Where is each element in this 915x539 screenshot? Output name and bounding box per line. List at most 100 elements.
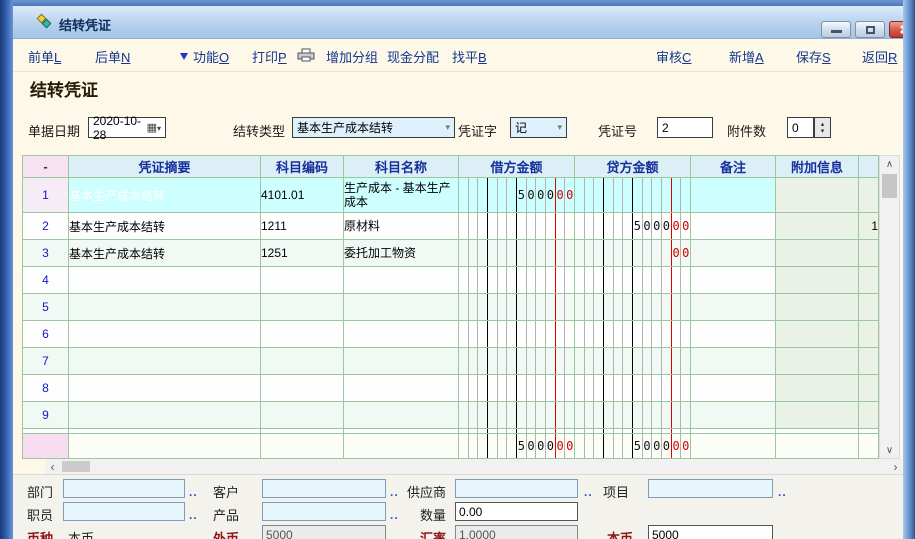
summary-cell[interactable]: 基本生产成本结转: [69, 240, 261, 267]
account-code-cell[interactable]: [261, 267, 344, 294]
credit-amount-cell[interactable]: [575, 294, 691, 321]
account-name-cell[interactable]: [344, 348, 459, 375]
debit-amount-cell[interactable]: 500000: [459, 178, 575, 213]
extra-info-cell[interactable]: [776, 434, 859, 459]
customer-lookup-button[interactable]: ..: [390, 485, 399, 499]
local-currency-input[interactable]: [648, 525, 773, 539]
partial-cell[interactable]: [859, 321, 879, 348]
foreign-currency-input[interactable]: [262, 525, 386, 539]
summary-cell[interactable]: 基本生产成本结转: [69, 178, 261, 213]
toolbar-next-button[interactable]: 后单N: [95, 47, 130, 66]
extra-info-cell[interactable]: [776, 375, 859, 402]
row-number-cell[interactable]: 3: [23, 240, 69, 267]
account-code-cell[interactable]: 1251: [261, 240, 344, 267]
column-header[interactable]: -: [23, 156, 69, 178]
row-number-cell[interactable]: 2: [23, 213, 69, 240]
note-cell[interactable]: [691, 321, 776, 348]
customer-field[interactable]: [262, 479, 386, 498]
toolbar-cash-allocation-button[interactable]: 现金分配: [387, 47, 439, 66]
account-name-cell[interactable]: [344, 375, 459, 402]
credit-amount-cell[interactable]: 500000: [575, 213, 691, 240]
extra-info-cell[interactable]: [776, 178, 859, 213]
row-number-cell[interactable]: 1: [23, 178, 69, 213]
vertical-scrollbar[interactable]: ∧ ∨: [879, 155, 900, 459]
quantity-input[interactable]: [455, 502, 578, 521]
summary-cell[interactable]: [69, 375, 261, 402]
credit-amount-cell[interactable]: [575, 321, 691, 348]
note-cell[interactable]: [691, 213, 776, 240]
row-number-cell[interactable]: 8: [23, 375, 69, 402]
account-name-cell[interactable]: 委托加工物资: [344, 240, 459, 267]
product-field[interactable]: [262, 502, 386, 521]
extra-info-cell[interactable]: [776, 402, 859, 429]
summary-cell[interactable]: [69, 294, 261, 321]
credit-amount-cell[interactable]: [575, 267, 691, 294]
column-header[interactable]: 备注: [691, 156, 776, 178]
note-cell[interactable]: [691, 178, 776, 213]
debit-amount-cell[interactable]: [459, 348, 575, 375]
credit-amount-cell[interactable]: [575, 375, 691, 402]
credit-amount-cell[interactable]: 500000: [575, 434, 691, 459]
extra-info-cell[interactable]: [776, 294, 859, 321]
extra-info-cell[interactable]: [776, 321, 859, 348]
partial-cell[interactable]: 1: [859, 213, 879, 240]
supplier-lookup-button[interactable]: ..: [584, 485, 593, 499]
toolbar-balance-button[interactable]: 找平B: [452, 47, 487, 66]
minimize-button[interactable]: [821, 21, 851, 38]
account-name-cell[interactable]: 生产成本 - 基本生产成本: [344, 178, 459, 213]
attachments-input[interactable]: [787, 117, 814, 138]
row-number-cell[interactable]: [23, 434, 69, 459]
voucher-number-input[interactable]: [657, 117, 713, 138]
column-header[interactable]: 借方金额: [459, 156, 575, 178]
account-code-cell[interactable]: 4101.01: [261, 178, 344, 213]
product-lookup-button[interactable]: ..: [390, 508, 399, 522]
voucher-word-select[interactable]: 记▾: [510, 117, 567, 138]
account-name-cell[interactable]: [344, 294, 459, 321]
column-header[interactable]: 贷方金额: [575, 156, 691, 178]
rate-input[interactable]: [455, 525, 578, 539]
note-cell[interactable]: [691, 402, 776, 429]
partial-cell[interactable]: [859, 178, 879, 213]
debit-amount-cell[interactable]: [459, 240, 575, 267]
partial-cell[interactable]: [859, 267, 879, 294]
scroll-left-icon[interactable]: ‹: [45, 459, 60, 474]
staff-field[interactable]: [63, 502, 185, 521]
toolbar-save-button[interactable]: 保存S: [796, 47, 831, 66]
note-cell[interactable]: [691, 375, 776, 402]
toolbar-new-button[interactable]: 新增A: [729, 47, 764, 66]
debit-amount-cell[interactable]: [459, 402, 575, 429]
hscroll-thumb[interactable]: [62, 461, 90, 472]
debit-amount-cell[interactable]: [459, 375, 575, 402]
partial-cell[interactable]: [859, 402, 879, 429]
row-number-cell[interactable]: 4: [23, 267, 69, 294]
row-number-cell[interactable]: 5: [23, 294, 69, 321]
date-picker[interactable]: 2020-10-28 ▦▾: [88, 117, 166, 138]
summary-cell[interactable]: [69, 348, 261, 375]
account-code-cell[interactable]: [261, 434, 344, 459]
account-name-cell[interactable]: [344, 267, 459, 294]
extra-info-cell[interactable]: [776, 267, 859, 294]
project-lookup-button[interactable]: ..: [778, 485, 787, 499]
credit-amount-cell[interactable]: 00: [575, 240, 691, 267]
note-cell[interactable]: [691, 240, 776, 267]
column-header[interactable]: 科目编码: [261, 156, 344, 178]
restore-button[interactable]: [855, 21, 885, 38]
account-name-cell[interactable]: [344, 321, 459, 348]
toolbar-print-button[interactable]: 打印P: [252, 47, 287, 66]
account-code-cell[interactable]: [261, 348, 344, 375]
dept-field[interactable]: [63, 479, 185, 498]
debit-amount-cell[interactable]: [459, 213, 575, 240]
partial-cell[interactable]: [859, 294, 879, 321]
scroll-right-icon[interactable]: ›: [888, 459, 903, 474]
account-code-cell[interactable]: 1211: [261, 213, 344, 240]
account-code-cell[interactable]: [261, 375, 344, 402]
horizontal-scrollbar[interactable]: ‹ ›: [45, 459, 903, 474]
toolbar-add-group-button[interactable]: 增加分组: [326, 47, 378, 66]
staff-lookup-button[interactable]: ..: [189, 508, 198, 522]
account-name-cell[interactable]: [344, 434, 459, 459]
toolbar-functions-button[interactable]: 功能O: [180, 47, 229, 66]
credit-amount-cell[interactable]: [575, 348, 691, 375]
account-code-cell[interactable]: [261, 294, 344, 321]
credit-amount-cell[interactable]: [575, 402, 691, 429]
partial-cell[interactable]: [859, 375, 879, 402]
